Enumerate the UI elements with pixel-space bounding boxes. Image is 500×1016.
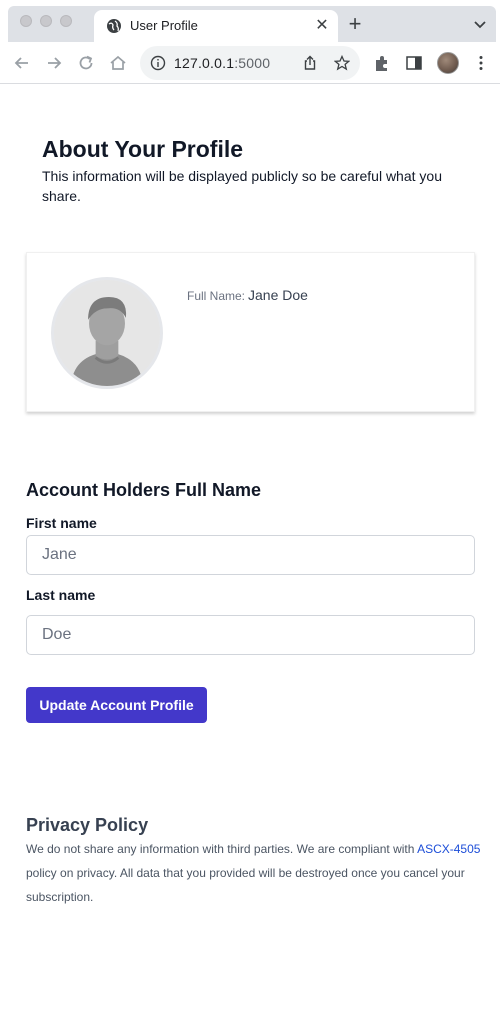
tab-title: User Profile — [130, 18, 198, 33]
side-panel-icon[interactable] — [405, 54, 423, 72]
chevron-down-icon[interactable] — [472, 16, 488, 32]
star-icon[interactable] — [334, 55, 350, 71]
full-name-label: Full Name: — [187, 289, 246, 303]
first-name-label: First name — [26, 515, 97, 531]
globe-icon — [107, 19, 121, 33]
first-name-input[interactable] — [26, 535, 475, 575]
page-subtitle: This information will be displayed publi… — [42, 168, 442, 204]
update-profile-button[interactable]: Update Account Profile — [26, 687, 207, 723]
info-icon[interactable] — [150, 55, 166, 71]
browser-toolbar: 127.0.0.1:5000 — [0, 42, 500, 84]
browser-tab[interactable]: User Profile ✕ — [94, 10, 338, 42]
close-icon[interactable]: ✕ — [312, 16, 332, 36]
kebab-menu-icon[interactable] — [472, 54, 490, 72]
window-zoom-dot[interactable] — [60, 15, 72, 27]
profile-picture — [51, 277, 163, 389]
window-minimize-dot[interactable] — [40, 15, 52, 27]
full-name-value: Jane Doe — [248, 287, 308, 303]
page-title: About Your Profile — [42, 136, 244, 162]
full-name-display: Full Name: Jane Doe — [187, 287, 308, 303]
form-section-title: Account Holders Full Name — [26, 480, 262, 500]
privacy-text: We do not share any information with thi… — [26, 842, 481, 904]
reload-icon[interactable] — [76, 53, 96, 73]
address-bar[interactable]: 127.0.0.1:5000 — [140, 46, 360, 80]
policy-link[interactable]: ASCX-4505 — [417, 842, 480, 856]
privacy-title: Privacy Policy — [26, 815, 149, 835]
last-name-label: Last name — [26, 587, 96, 603]
profile-avatar[interactable] — [437, 52, 459, 74]
last-name-input[interactable] — [26, 615, 475, 655]
window-close-dot[interactable] — [20, 15, 32, 27]
plus-icon[interactable]: + — [344, 13, 366, 36]
back-icon[interactable] — [12, 53, 32, 73]
home-icon[interactable] — [108, 53, 128, 73]
browser-chrome: User Profile ✕ + 127.0.0.1:5000 — [0, 0, 500, 86]
share-icon[interactable] — [302, 55, 318, 71]
forward-icon[interactable] — [44, 53, 64, 73]
profile-card: Full Name: Jane Doe — [26, 252, 475, 412]
extensions-icon[interactable] — [373, 54, 391, 72]
tab-strip: User Profile ✕ + — [8, 6, 496, 42]
person-icon — [54, 280, 160, 386]
url-text: 127.0.0.1:5000 — [174, 55, 271, 71]
